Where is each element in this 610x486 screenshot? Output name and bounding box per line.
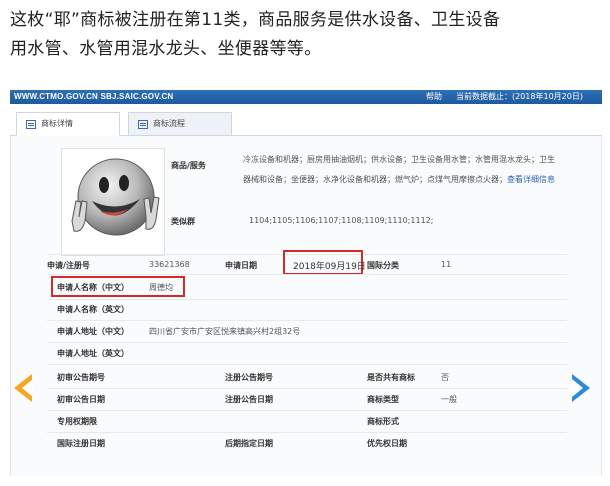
divider (47, 342, 567, 343)
details-panel: 商品/服务 冷冻设备和机器；厨房用抽油烟机；供水设备；卫生设备用水管；水管用混水… (10, 136, 602, 476)
priority-date-label: 优先权日期 (367, 439, 407, 448)
intl-class-label: 国际分类 (367, 261, 399, 270)
applicant-address-en-label: 申请人地址（英文） (57, 349, 129, 358)
application-date-label: 申请日期 (225, 261, 257, 270)
caption-line-2: 用水管、水管用混水龙头、坐便器等等。 (10, 39, 322, 59)
goods-line-1: 冷冻设备和机器；厨房用抽油烟机；供水设备；卫生设备用水管；水管用混水龙头；卫生 (243, 155, 555, 164)
divider (47, 364, 567, 365)
later-designation-date-label: 后期指定日期 (225, 439, 273, 448)
trademark-type-label: 商标类型 (367, 395, 399, 404)
prelim-pub-date-label: 初审公告日期 (57, 395, 105, 404)
help-link[interactable]: 帮助 (426, 90, 442, 104)
shared-trademark-value: 否 (441, 373, 449, 382)
previous-arrow-inner (22, 379, 33, 397)
similar-group-value: 1104;1105;1106;1107;1108;1109;1110;1112; (249, 216, 434, 225)
intl-reg-date-label: 国际注册日期 (57, 439, 105, 448)
applicant-name-en-label: 申请人名称（英文） (57, 305, 129, 314)
goods-line-2: 器械和设备；坐便器；水净化设备和机器；燃气炉；点煤气用摩擦点火器； (243, 175, 507, 184)
reg-pub-number-label: 注册公告期号 (225, 373, 273, 382)
exclusive-period-label: 专用权期限 (57, 417, 97, 426)
applicant-address-cn-value: 四川省广安市广安区悦来镇高兴村2组32号 (149, 327, 301, 336)
view-details-link[interactable]: 查看详细信息 (507, 175, 555, 184)
tab-bar: 商标详情 商标流程 (10, 112, 602, 136)
trademark-screenshot: WWW.CTMO.GOV.CN SBJ.SAIC.GOV.CN 帮助 当前数据截… (10, 90, 602, 476)
tab-trademark-details[interactable]: 商标详情 (16, 112, 120, 136)
divider (47, 320, 567, 321)
reg-pub-date-label: 注册公告日期 (225, 395, 273, 404)
trademark-image[interactable] (61, 148, 165, 256)
divider (47, 432, 567, 433)
caption-line-1: 这枚“耶”商标被注册在第11类，商品服务是供水设备、卫生设备 (10, 10, 501, 30)
article-caption: 这枚“耶”商标被注册在第11类，商品服务是供水设备、卫生设备 用水管、水管用混水… (10, 6, 602, 64)
divider (47, 299, 567, 300)
similar-group-label: 类似群 (171, 217, 195, 226)
applicant-name-cn-label: 申请人名称（中文） (57, 283, 129, 292)
tab-label: 商标流程 (153, 119, 185, 128)
next-arrow-inner (572, 379, 583, 397)
registration-number-value: 33621368 (149, 260, 190, 269)
details-icon (26, 120, 36, 129)
site-url[interactable]: WWW.CTMO.GOV.CN SBJ.SAIC.GOV.CN (14, 90, 173, 104)
prelim-pub-number-label: 初审公告期号 (57, 373, 105, 382)
goods-services-value: 冷冻设备和机器；厨房用抽油烟机；供水设备；卫生设备用水管；水管用混水龙头；卫生 … (243, 150, 573, 190)
trademark-form-label: 商标形式 (367, 417, 399, 426)
shared-trademark-label: 是否共有商标 (367, 373, 415, 382)
divider (47, 388, 567, 389)
trademark-type-value: 一般 (441, 395, 457, 404)
applicant-name-cn-value: 周德均 (149, 283, 173, 292)
divider (47, 410, 567, 411)
tab-label: 商标详情 (41, 119, 73, 128)
application-date-value: 2018年09月19日 (293, 262, 366, 272)
process-icon (138, 120, 148, 129)
smiley-peace-sign-icon (71, 158, 160, 236)
database-date: 当前数据截止：(2018年10月20日) (456, 92, 583, 101)
goods-services-label: 商品/服务 (171, 161, 206, 170)
applicant-address-cn-label: 申请人地址（中文） (57, 327, 129, 336)
registration-number-label: 申请/注册号 (47, 261, 90, 270)
intl-class-value: 11 (441, 260, 452, 269)
tab-trademark-process[interactable]: 商标流程 (128, 112, 232, 136)
divider (47, 274, 567, 275)
site-header: WWW.CTMO.GOV.CN SBJ.SAIC.GOV.CN 帮助 当前数据截… (10, 90, 602, 104)
